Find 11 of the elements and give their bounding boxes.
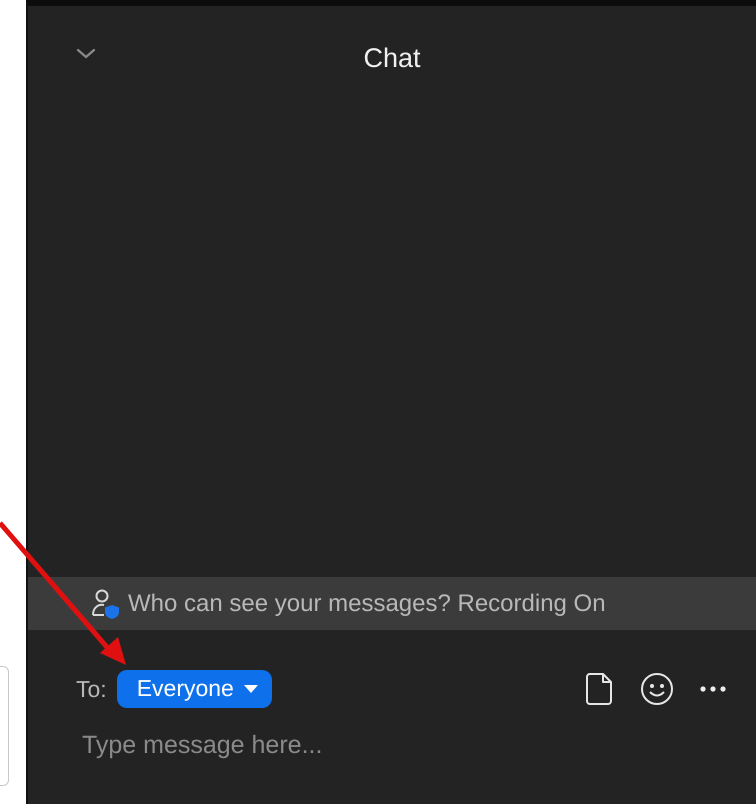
chat-title: Chat xyxy=(363,42,421,74)
caret-icon xyxy=(244,684,258,692)
more-button[interactable] xyxy=(700,686,726,692)
person-shield-icon xyxy=(90,588,122,620)
notice-text: Who can see your messages? Recording On xyxy=(128,590,606,618)
emoji-button[interactable] xyxy=(640,672,674,706)
chevron-down-icon[interactable] xyxy=(76,48,96,60)
recipient-dropdown[interactable]: Everyone xyxy=(116,670,272,708)
to-label: To: xyxy=(76,676,107,702)
file-button[interactable] xyxy=(584,672,614,706)
message-input[interactable]: Type message here... xyxy=(80,724,726,766)
